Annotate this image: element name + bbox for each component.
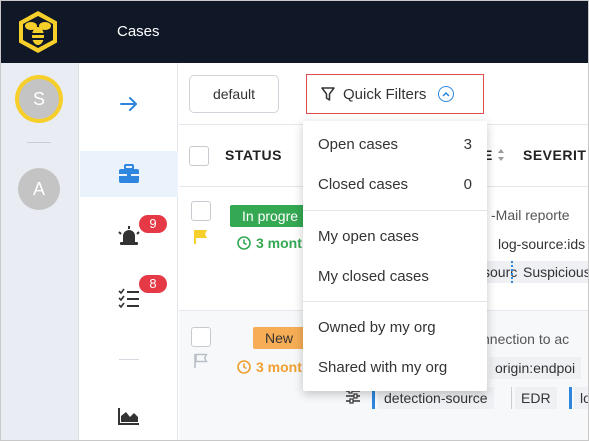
menu-item-shared-with-my-org[interactable]: Shared with my org <box>303 347 487 387</box>
column-status[interactable]: STATUS <box>225 147 282 163</box>
column-severity[interactable]: SEVERIT <box>523 147 586 163</box>
briefcase-icon <box>119 164 139 183</box>
menu-divider <box>303 210 487 211</box>
menu-item-open-cases[interactable]: Open cases 3 <box>303 124 487 164</box>
menu-item-count: 0 <box>463 175 472 193</box>
page-title: Cases <box>117 23 160 40</box>
observable-marker <box>569 387 572 409</box>
nav-divider <box>119 359 139 360</box>
bee-logo-icon[interactable] <box>15 9 61 55</box>
menu-item-label: Open cases <box>318 135 399 153</box>
top-header: Cases <box>1 1 588 63</box>
tag: log-source:ids <box>492 233 588 255</box>
default-view-button[interactable]: default <box>189 75 279 113</box>
sort-icon[interactable] <box>497 147 505 163</box>
observable-value: EDR <box>515 387 557 409</box>
menu-divider <box>303 301 487 302</box>
select-all-checkbox[interactable] <box>189 146 209 166</box>
chevron-up-circle-icon <box>438 86 455 102</box>
menu-item-label: Shared with my org <box>318 358 448 376</box>
sidebar-item-dashboards[interactable] <box>80 393 178 439</box>
menu-item-label: Owned by my org <box>318 318 436 336</box>
clock-icon <box>237 360 251 374</box>
menu-item-my-closed-cases[interactable]: My closed cases <box>303 256 487 296</box>
case-age-value: 3 mont <box>256 235 302 251</box>
arrow-right-icon <box>120 97 137 111</box>
app-window: Cases S A 9 8 default Quick Filters STAT… <box>0 0 589 441</box>
observable-type: lo <box>574 387 588 409</box>
case-title[interactable]: nnection to ac <box>482 331 569 347</box>
case-age-value: 3 mont <box>256 359 302 375</box>
status-badge: In progre <box>230 205 311 227</box>
case-title[interactable]: -Mail reporte <box>491 207 570 223</box>
status-badge: New <box>253 327 306 349</box>
observable-divider <box>511 387 512 409</box>
checklist-icon <box>118 288 139 308</box>
tag-separator <box>511 261 513 283</box>
avatar-initial: S <box>19 79 59 119</box>
row-checkbox[interactable] <box>191 201 211 221</box>
menu-item-label: Closed cases <box>318 175 409 193</box>
tasks-count-badge: 8 <box>139 275 167 293</box>
menu-item-label: My closed cases <box>318 267 429 285</box>
quick-filters-button[interactable]: Quick Filters <box>306 74 484 114</box>
menu-item-owned-by-my-org[interactable]: Owned by my org <box>303 307 487 347</box>
menu-item-label: My open cases <box>318 227 419 245</box>
filter-icon <box>321 87 335 101</box>
rail-divider <box>27 142 51 143</box>
row-checkbox[interactable] <box>191 327 211 347</box>
menu-item-count: 3 <box>463 135 472 153</box>
current-user-avatar[interactable]: S <box>15 75 63 123</box>
tag: Suspicious <box>517 261 588 283</box>
secondary-avatar[interactable]: A <box>18 168 60 210</box>
quick-filters-label: Quick Filters <box>343 85 427 103</box>
flag-icon[interactable] <box>193 353 209 369</box>
area-chart-icon <box>118 408 139 425</box>
flag-icon[interactable] <box>193 229 209 245</box>
organisation-rail: S A <box>1 63 79 440</box>
case-age: 3 mont <box>237 359 302 375</box>
sidebar-item-cases[interactable] <box>80 151 178 197</box>
siren-icon <box>118 226 140 245</box>
menu-item-closed-cases[interactable]: Closed cases 0 <box>303 164 487 204</box>
sidebar-nav: 9 8 <box>80 63 178 440</box>
clock-icon <box>237 236 251 250</box>
expand-sidebar-button[interactable] <box>80 81 178 127</box>
quick-filters-menu: Open cases 3 Closed cases 0 My open case… <box>303 121 487 391</box>
menu-item-my-open-cases[interactable]: My open cases <box>303 216 487 256</box>
tag: origin:endpoi <box>489 357 582 379</box>
cases-toolbar: default Quick Filters <box>179 63 588 125</box>
case-age: 3 mont <box>237 235 302 251</box>
alerts-count-badge: 9 <box>139 215 167 233</box>
